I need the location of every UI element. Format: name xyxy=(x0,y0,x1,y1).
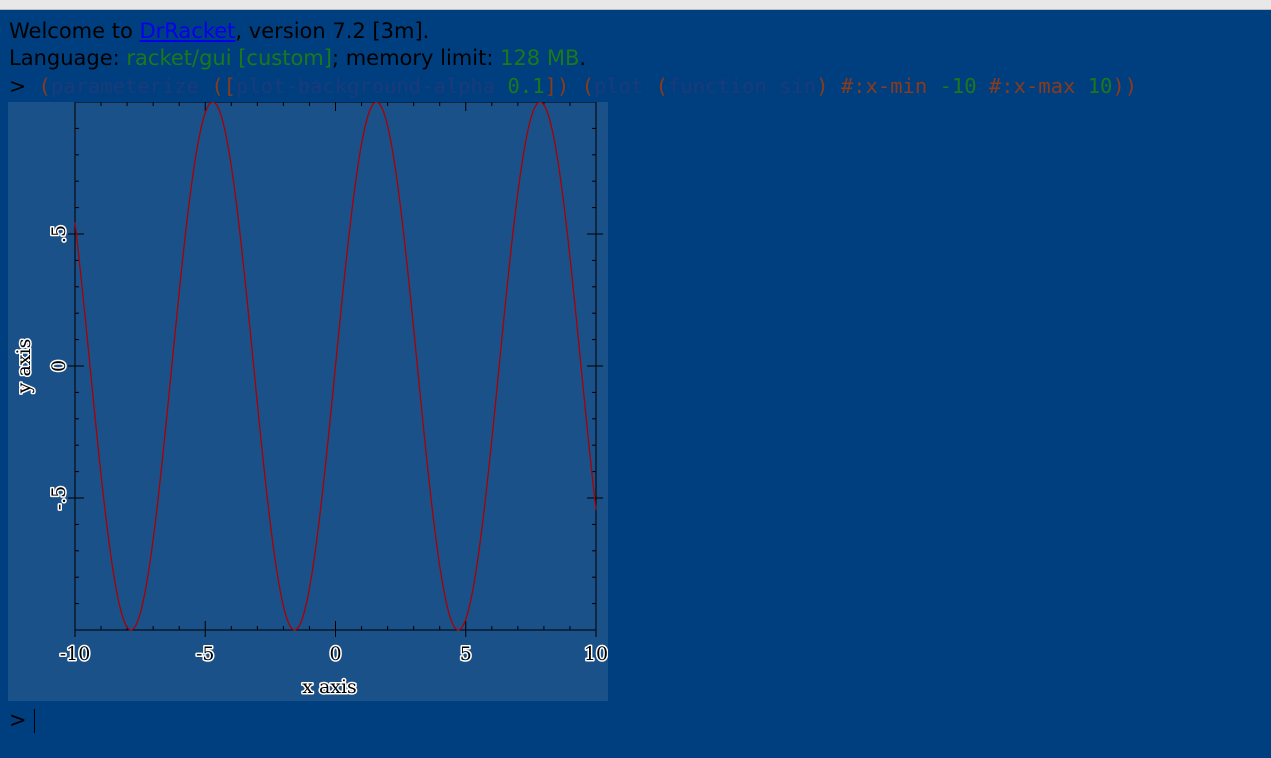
language-name: racket/gui [custom] xyxy=(126,46,332,70)
welcome-message: Welcome to DrRacket, version 7.2 [3m]. xyxy=(9,19,429,45)
code-token: parameterize xyxy=(50,74,199,98)
x-axis-label: x axis xyxy=(302,676,357,698)
x-tick-label: 10 xyxy=(584,643,608,665)
code-token: 0.1 xyxy=(507,74,545,98)
y-tick-label: -.5 xyxy=(48,486,70,511)
code-token: -10 xyxy=(939,74,977,98)
code-token: function xyxy=(668,74,767,98)
window-top-border xyxy=(0,0,1271,10)
code-token: ) #:x-min xyxy=(816,74,940,98)
code-tokens: (parameterize ([plot-background-alpha 0.… xyxy=(26,74,1138,98)
memory-limit-label: ; memory limit: xyxy=(331,46,501,70)
code-token: 10 xyxy=(1087,74,1113,98)
code-token: ]) ( xyxy=(544,74,594,98)
next-repl-prompt: > xyxy=(9,708,27,732)
y-tick-label: 0 xyxy=(48,360,70,372)
y-axis-label: y axis xyxy=(13,339,35,395)
y-tick-label: .5 xyxy=(48,225,70,243)
repl-prompt: > xyxy=(9,74,27,98)
code-token: plot xyxy=(593,74,644,98)
code-token: )) xyxy=(1112,74,1138,98)
x-tick-label: -10 xyxy=(60,643,91,665)
code-token: sin xyxy=(779,74,817,98)
text-cursor[interactable] xyxy=(34,709,35,733)
welcome-version: , version 7.2 [3m]. xyxy=(235,19,430,43)
memory-limit-value: 128 MB xyxy=(500,46,580,70)
x-tick-label: 5 xyxy=(460,643,472,665)
drracket-link[interactable]: DrRacket xyxy=(140,19,236,43)
code-token: ( xyxy=(26,74,51,98)
language-end: . xyxy=(579,46,587,70)
sine-plot: -10 -5 0 5 10 -.5 0 .5 x axis y axis xyxy=(8,102,608,701)
repl-input-expression[interactable]: > (parameterize ([plot-background-alpha … xyxy=(9,74,1137,100)
code-token: #:x-max xyxy=(976,74,1088,98)
language-info: Language: racket/gui [custom]; memory li… xyxy=(9,46,586,72)
x-tick-label: -5 xyxy=(196,643,215,665)
code-token: ( xyxy=(643,74,669,98)
code-token: plot-background-alpha xyxy=(236,74,496,98)
plot-snip[interactable]: -10 -5 0 5 10 -.5 0 .5 x axis y axis xyxy=(8,102,608,701)
code-token: ([ xyxy=(198,74,237,98)
x-tick-label: 0 xyxy=(329,643,341,665)
welcome-prefix: Welcome to xyxy=(9,19,140,43)
language-label: Language: xyxy=(9,46,127,70)
